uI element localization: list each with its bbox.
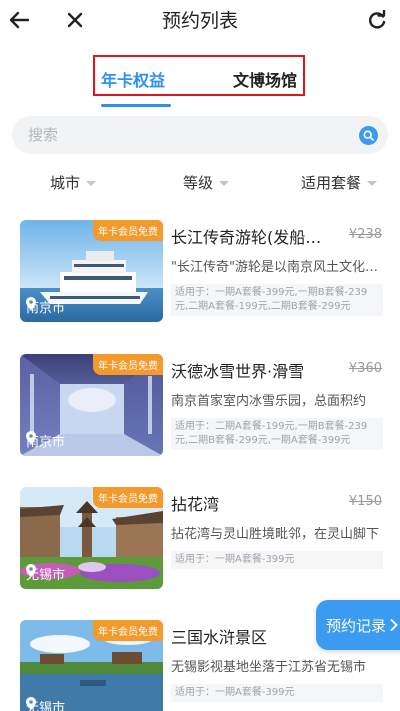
location-pin-icon (26, 697, 36, 710)
header-bar: 预约列表 (0, 0, 400, 40)
applicable-packages: 适用于：一期A套餐-399元,一期B套餐-239元,二期A套餐-199元,二期B… (171, 284, 383, 316)
venue-description: 无锡影视基地坐落于江苏省无锡市 (171, 660, 367, 675)
booking-records-label: 预约记录 (326, 616, 387, 635)
chevron-right-icon (390, 619, 398, 631)
close-icon (67, 12, 83, 28)
applicable-packages: 适用于：一期A套餐-399元 (171, 684, 383, 702)
filter-level[interactable]: 等级 (183, 172, 230, 193)
venue-name: 三国水浒景区 (171, 628, 268, 647)
search-icon[interactable] (359, 126, 378, 145)
venue-image: 年卡会员免费 南京市 (20, 354, 163, 456)
original-price: ¥150 (348, 494, 382, 509)
filter-package-label: 适用套餐 (301, 174, 362, 192)
original-price: ¥360 (348, 361, 382, 376)
chevron-down-icon (86, 181, 97, 186)
tab-museum-venues[interactable]: 文博场馆 (233, 67, 297, 91)
filter-city[interactable]: 城市 (50, 172, 97, 193)
refresh-icon (369, 10, 386, 29)
location-tag: 南京市 (26, 431, 65, 450)
location-tag: 南京市 (26, 297, 65, 316)
active-tab-indicator (101, 104, 171, 107)
venue-card[interactable]: 年卡会员免费 南京市 长江传奇游轮(发船时间20:00) ¥238 "长江传奇"… (20, 220, 390, 323)
search-bar (12, 116, 388, 154)
applicable-packages: 适用于：一期A套餐-399元 (171, 551, 383, 569)
venue-image: 年卡会员免费 无锡市 (20, 487, 163, 589)
free-badge: 年卡会员免费 (93, 354, 163, 375)
search-input[interactable] (12, 116, 388, 154)
venue-name: 拈花湾 (171, 495, 220, 514)
tab-annual-card[interactable]: 年卡权益 (101, 67, 165, 91)
location-tag: 无锡市 (26, 564, 65, 583)
filter-level-label: 等级 (183, 174, 214, 192)
location-tag: 无锡市 (26, 697, 65, 711)
venue-name: 长江传奇游轮(发船时间20:00) (171, 228, 337, 247)
filter-city-label: 城市 (50, 174, 81, 192)
free-badge: 年卡会员免费 (93, 487, 163, 508)
booking-records-button[interactable]: 预约记录 (316, 600, 400, 650)
refresh-button[interactable] (360, 3, 394, 37)
venue-description: 南京首家室内冰雪乐园，总面积约 (171, 394, 367, 409)
original-price: ¥238 (348, 227, 382, 242)
back-button[interactable] (2, 3, 36, 37)
venue-image: 年卡会员免费 南京市 (20, 220, 163, 322)
venue-image: 年卡会员免费 无锡市 (20, 620, 163, 711)
venue-description: 拈花湾与灵山胜境毗邻，在灵山脚下 (171, 527, 380, 542)
location-pin-icon (26, 564, 36, 577)
free-badge: 年卡会员免费 (93, 620, 163, 641)
applicable-packages: 适用于：二期A套餐-199元,一期B套餐-239元,二期B套餐-299元,一期A… (171, 418, 383, 450)
location-pin-icon (26, 431, 36, 444)
venue-name: 沃德冰雪世界·滑雪 (171, 362, 305, 381)
tab-bar: 年卡权益 文博场馆 (93, 55, 305, 96)
venue-description: "长江传奇"游轮是以南京风土文化为主题的游轮 (171, 260, 383, 275)
filter-package[interactable]: 适用套餐 (301, 172, 378, 193)
chevron-down-icon (367, 181, 378, 186)
back-arrow-icon (9, 11, 29, 29)
venue-card[interactable]: 年卡会员免费 南京市 沃德冰雪世界·滑雪 ¥360 南京首家室内冰雪乐园，总面积… (20, 354, 390, 457)
free-badge: 年卡会员免费 (93, 220, 163, 241)
close-button[interactable] (58, 3, 92, 37)
location-pin-icon (26, 297, 36, 310)
chevron-down-icon (219, 181, 230, 186)
venue-card[interactable]: 年卡会员免费 无锡市 拈花湾 ¥150 拈花湾与灵山胜境毗邻，在灵山脚下 适用于… (20, 487, 390, 590)
